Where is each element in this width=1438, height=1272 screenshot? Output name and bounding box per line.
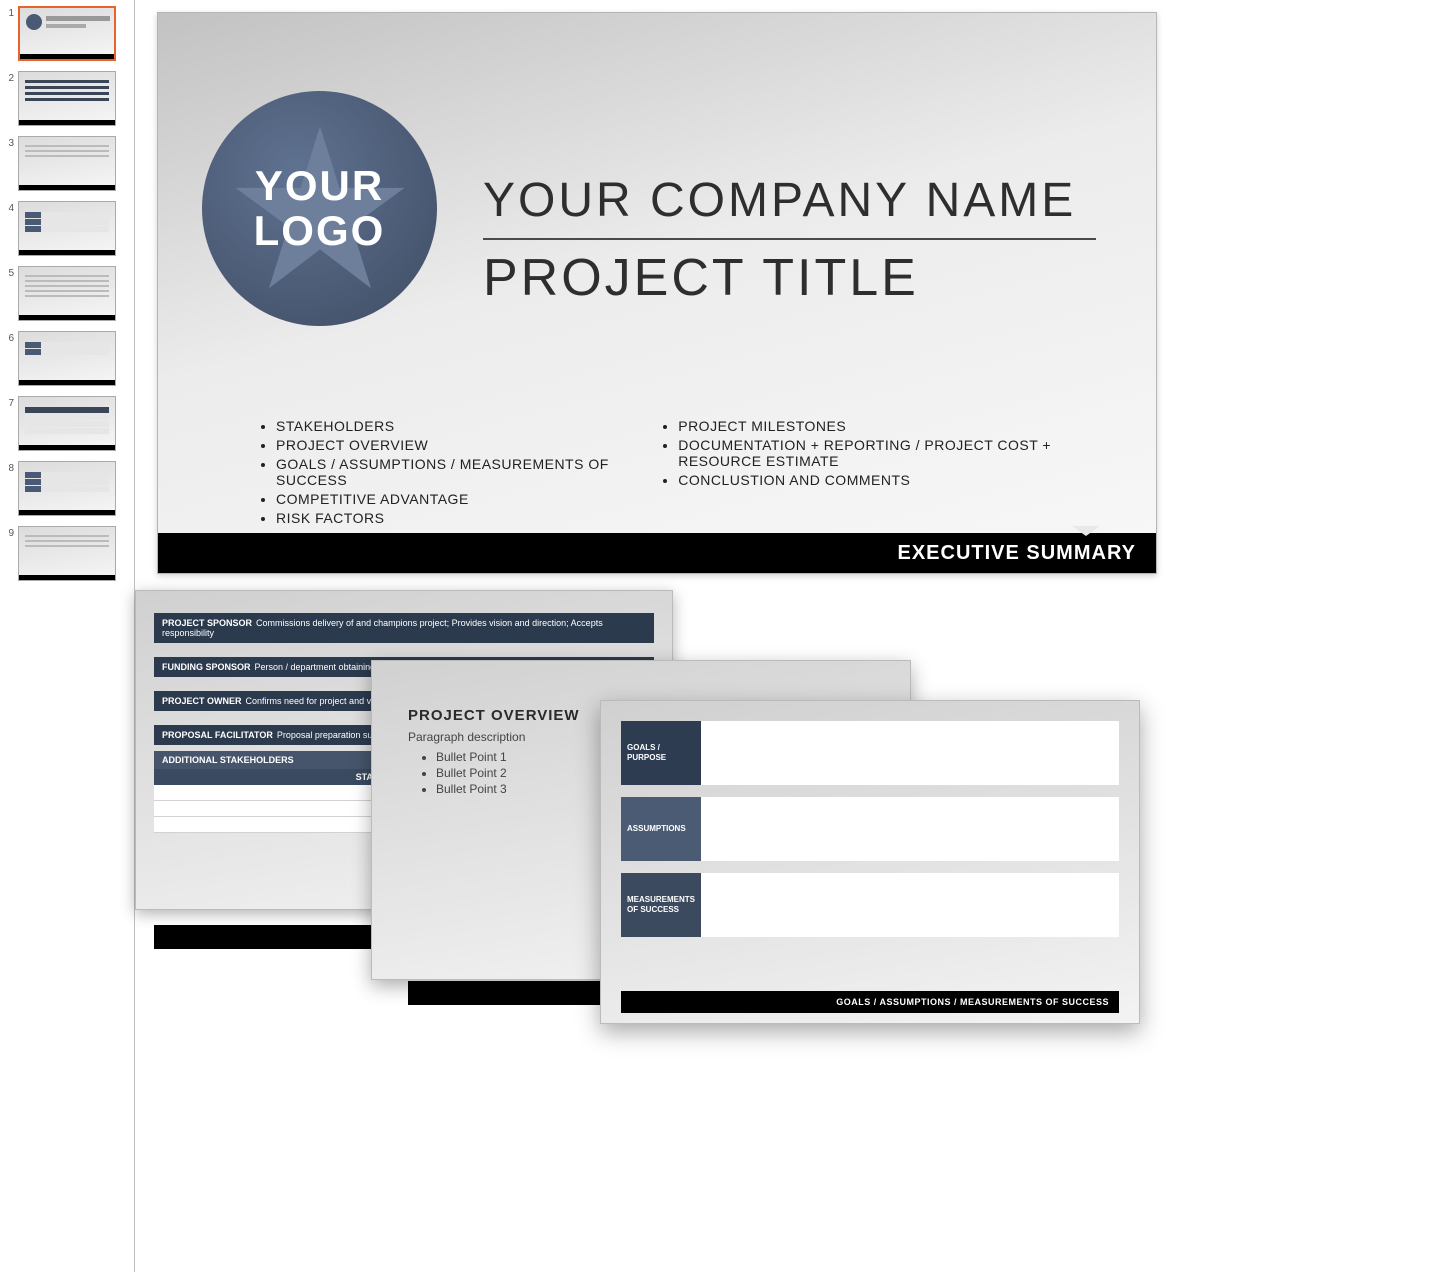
thumbnail-number: 5 <box>4 266 14 279</box>
goal-row: MEASUREMENTS OF SUCCESS <box>621 873 1119 937</box>
thumbnail-number: 6 <box>4 331 14 344</box>
slide-thumbnail-9[interactable] <box>18 526 116 581</box>
toc-item: DOCUMENTATION + REPORTING / PROJECT COST… <box>678 437 1096 469</box>
logo-text: YOURLOGO <box>254 164 386 252</box>
toc-item: COMPETITIVE ADVANTAGE <box>276 491 660 507</box>
thumbnail-number: 8 <box>4 461 14 474</box>
stakeholder-row: PROJECT SPONSORCommissions delivery of a… <box>154 613 654 643</box>
goal-row: ASSUMPTIONS <box>621 797 1119 861</box>
thumbnail-number: 4 <box>4 201 14 214</box>
project-title[interactable]: PROJECT TITLE <box>483 248 1096 308</box>
slide-thumbnail-1[interactable] <box>18 6 116 61</box>
footer-label: GOALS / ASSUMPTIONS / MEASUREMENTS OF SU… <box>836 997 1109 1007</box>
thumbnail-row: 1 <box>4 6 124 61</box>
toc-item: RISK FACTORS <box>276 510 660 526</box>
toc-item: CONCLUSTION AND COMMENTS <box>678 472 1096 488</box>
logo-placeholder[interactable]: YOURLOGO <box>202 91 437 326</box>
slide-thumbnail-6[interactable] <box>18 331 116 386</box>
title-block[interactable]: YOUR COMPANY NAME PROJECT TITLE <box>483 173 1096 308</box>
title-divider <box>483 238 1096 240</box>
footer-notch-icon <box>1072 526 1100 536</box>
toc-item: PROJECT OVERVIEW <box>276 437 660 453</box>
slide-thumbnail-8[interactable] <box>18 461 116 516</box>
goal-label: ASSUMPTIONS <box>621 797 701 861</box>
slide-editor-area: YOURLOGO YOUR COMPANY NAME PROJECT TITLE… <box>135 0 1438 1272</box>
thumbnail-row: 6 <box>4 331 124 386</box>
slide-thumbnail-2[interactable] <box>18 71 116 126</box>
goal-row: GOALS / PURPOSE <box>621 721 1119 785</box>
goal-body <box>701 873 1119 937</box>
toc-item: GOALS / ASSUMPTIONS / MEASUREMENTS OF SU… <box>276 456 660 488</box>
slide-thumbnail-7[interactable] <box>18 396 116 451</box>
slide-thumbnail-4[interactable] <box>18 201 116 256</box>
thumbnail-number: 9 <box>4 526 14 539</box>
thumbnail-number: 2 <box>4 71 14 84</box>
goal-body <box>701 721 1119 785</box>
thumbnail-row: 5 <box>4 266 124 321</box>
thumbnail-row: 9 <box>4 526 124 581</box>
thumbnail-panel: 1 2 3 4 <box>0 0 135 1272</box>
thumbnail-row: 3 <box>4 136 124 191</box>
goal-label: GOALS / PURPOSE <box>621 721 701 785</box>
slide-footer-bar: GOALS / ASSUMPTIONS / MEASUREMENTS OF SU… <box>621 991 1119 1013</box>
slide-footer-bar: EXECUTIVE SUMMARY <box>158 533 1156 573</box>
thumbnail-number: 1 <box>4 6 14 19</box>
thumbnail-number: 3 <box>4 136 14 149</box>
thumbnail-row: 7 <box>4 396 124 451</box>
toc-item: PROJECT MILESTONES <box>678 418 1096 434</box>
footer-label: EXECUTIVE SUMMARY <box>897 542 1136 565</box>
slide-thumbnail-5[interactable] <box>18 266 116 321</box>
goal-body <box>701 797 1119 861</box>
company-name[interactable]: YOUR COMPANY NAME <box>483 173 1096 228</box>
slide-canvas-1[interactable]: YOURLOGO YOUR COMPANY NAME PROJECT TITLE… <box>157 12 1157 574</box>
goal-label: MEASUREMENTS OF SUCCESS <box>621 873 701 937</box>
thumbnail-row: 2 <box>4 71 124 126</box>
thumbnail-row: 4 <box>4 201 124 256</box>
preview-slide-goals[interactable]: GOALS / PURPOSE ASSUMPTIONS MEASUREMENTS… <box>600 700 1140 1024</box>
toc-item: STAKEHOLDERS <box>276 418 660 434</box>
toc-bullets[interactable]: STAKEHOLDERS PROJECT OVERVIEW GOALS / AS… <box>258 418 1096 529</box>
thumbnail-number: 7 <box>4 396 14 409</box>
thumbnail-row: 8 <box>4 461 124 516</box>
slide-thumbnail-3[interactable] <box>18 136 116 191</box>
